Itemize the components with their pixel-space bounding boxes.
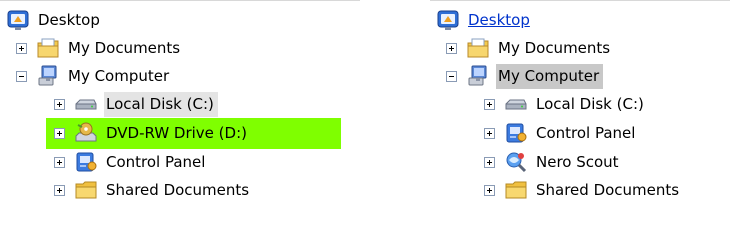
- tree-item-label: My Documents: [498, 38, 611, 57]
- tree-item-shared-documents[interactable]: Shared Documents: [54, 176, 253, 204]
- tree-item-label: My Computer: [68, 66, 170, 85]
- tree-item-label: Local Disk (C:): [104, 91, 218, 117]
- expand-plus-icon[interactable]: [54, 184, 65, 196]
- left-folder-tree[interactable]: Desktop My Documents My Computer Local D…: [0, 0, 360, 252]
- tree-item-label: Shared Documents: [106, 180, 250, 199]
- tree-item-control-panel[interactable]: Control Panel: [484, 119, 639, 147]
- expand-plus-icon[interactable]: [446, 42, 457, 54]
- my-documents-icon: [467, 38, 489, 58]
- tree-item-my-documents[interactable]: My Documents: [16, 34, 184, 62]
- my-computer-icon: [38, 65, 57, 86]
- control-panel-icon: [506, 123, 527, 143]
- my-computer-icon: [468, 65, 487, 86]
- tree-item-dvd-drive[interactable]: DVD-RW Drive (D:): [54, 119, 251, 147]
- tree-item-label: Desktop: [38, 10, 100, 29]
- expand-plus-icon[interactable]: [484, 156, 495, 168]
- tree-item-my-computer[interactable]: My Computer: [16, 62, 173, 90]
- dvd-drive-icon: [75, 122, 97, 142]
- expand-plus-icon[interactable]: [54, 98, 65, 110]
- tree-item-label: My Documents: [68, 38, 181, 57]
- expand-plus-icon[interactable]: [54, 127, 65, 139]
- expand-plus-icon[interactable]: [16, 42, 27, 54]
- tree-item-label: My Computer: [496, 63, 604, 89]
- tree-item-desktop[interactable]: Desktop: [6, 6, 104, 34]
- shared-folder-icon: [505, 181, 527, 199]
- desktop-icon: [7, 10, 29, 30]
- control-panel-icon: [76, 152, 97, 172]
- tree-item-local-disk[interactable]: Local Disk (C:): [484, 90, 648, 118]
- tree-item-my-documents[interactable]: My Documents: [446, 34, 614, 62]
- tree-item-label: Control Panel: [536, 123, 636, 142]
- collapse-minus-icon[interactable]: [16, 70, 27, 82]
- local-disk-icon: [505, 99, 527, 110]
- expand-plus-icon[interactable]: [484, 184, 495, 196]
- tree-item-my-computer[interactable]: My Computer: [446, 62, 604, 90]
- my-documents-icon: [37, 38, 59, 58]
- tree-item-label: DVD-RW Drive (D:): [106, 123, 247, 142]
- tree-item-shared-documents[interactable]: Shared Documents: [484, 176, 683, 204]
- tree-item-label: Shared Documents: [536, 180, 680, 199]
- tree-item-label[interactable]: Desktop: [466, 8, 534, 33]
- expand-plus-icon[interactable]: [484, 127, 495, 139]
- expand-plus-icon[interactable]: [54, 156, 65, 168]
- collapse-minus-icon[interactable]: [446, 70, 457, 82]
- tree-item-label: Control Panel: [106, 152, 206, 171]
- tree-item-local-disk[interactable]: Local Disk (C:): [54, 90, 218, 118]
- tree-item-control-panel[interactable]: Control Panel: [54, 148, 209, 176]
- local-disk-icon: [75, 99, 97, 110]
- right-folder-tree[interactable]: Desktop My Documents My Computer Local D…: [430, 0, 730, 252]
- tree-item-nero-scout[interactable]: Nero Scout: [484, 148, 623, 176]
- tree-item-label: Nero Scout: [536, 152, 619, 171]
- desktop-icon: [437, 10, 459, 30]
- expand-plus-icon[interactable]: [484, 98, 495, 110]
- tree-item-desktop[interactable]: Desktop: [436, 6, 534, 34]
- shared-folder-icon: [75, 181, 97, 199]
- nero-scout-icon: [506, 152, 527, 173]
- tree-item-label: Local Disk (C:): [536, 94, 644, 113]
